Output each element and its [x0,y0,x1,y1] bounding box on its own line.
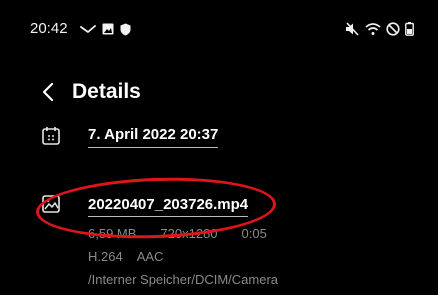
file-size: 6,59 MB [88,226,137,241]
video-codec: H.264 [88,249,123,264]
status-left-icons [80,21,131,37]
back-button[interactable] [36,78,60,106]
date-taken-link[interactable]: 7. April 2022 20:37 [88,126,219,148]
file-name-link[interactable]: 20220407_203726.mp4 [88,196,249,217]
wifi-icon [365,22,381,36]
battery-icon [405,22,414,36]
file-resolution: 720x1280 [160,226,218,241]
calendar-icon [40,125,62,147]
chevron-left-icon [42,82,54,102]
audio-codec: AAC [136,249,164,264]
do-not-disturb-icon [386,22,400,36]
codec-line: H.264 AAC [88,249,177,264]
status-bar: 20:42 [0,0,438,60]
image-icon [102,23,114,35]
file-path: /Interner Speicher/DCIM/Camera [88,272,279,287]
mute-icon [345,22,360,36]
page-title: Details [72,80,141,103]
shield-icon [120,23,131,36]
file-meta-line: 6,59 MB 720x1280 0:05 [88,226,267,241]
file-duration: 0:05 [241,226,267,241]
status-right-icons [345,21,414,37]
status-time: 20:42 [30,20,68,37]
missed-call-icon [80,23,96,35]
image-file-icon [40,193,62,215]
